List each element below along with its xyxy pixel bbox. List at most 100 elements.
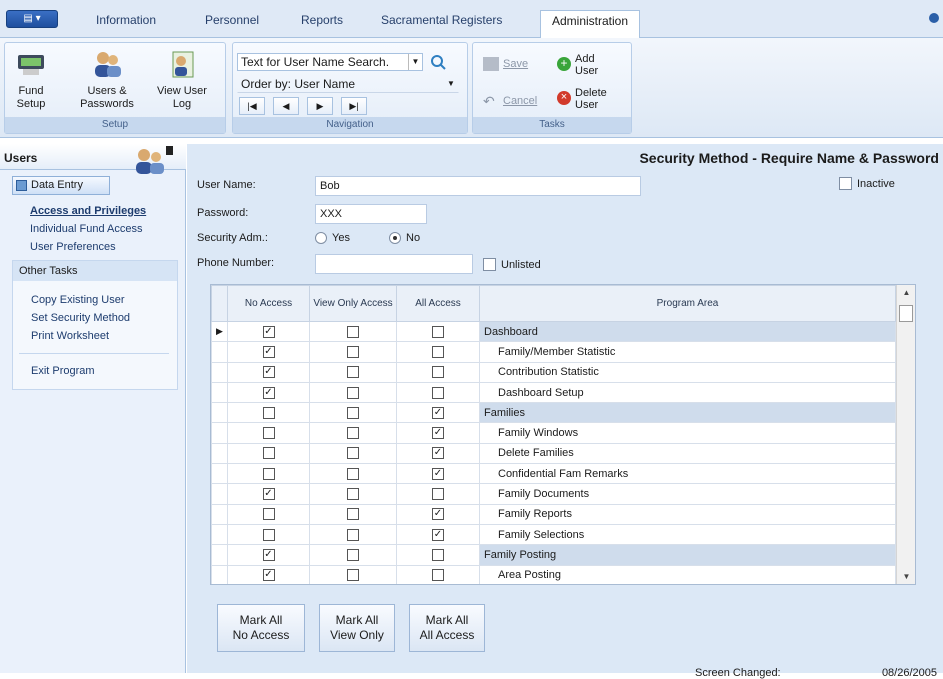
all-access-checkbox[interactable] [432, 548, 444, 561]
no-access-checkbox[interactable] [262, 467, 275, 480]
view-only-checkbox[interactable] [347, 345, 359, 358]
all-access-checkbox[interactable] [432, 325, 444, 338]
scroll-thumb[interactable] [899, 305, 913, 322]
row-selector[interactable] [211, 402, 228, 424]
user-search-combo[interactable]: Text for User Name Search. ▼ [237, 53, 423, 71]
no-access-checkbox[interactable]: ✓ [262, 386, 275, 399]
all-access-checkbox[interactable] [432, 488, 444, 501]
table-row[interactable]: ✓ Area Posting [211, 564, 896, 584]
no-access-checkbox[interactable] [262, 508, 275, 521]
all-access-checkbox[interactable]: ✓ [432, 427, 444, 440]
users-passwords-button[interactable]: Users & Passwords [75, 49, 139, 111]
table-row[interactable]: ✓ Family Documents [211, 483, 896, 505]
view-only-checkbox[interactable] [347, 427, 359, 440]
mark-all-no-access-button[interactable]: Mark All No Access [217, 604, 305, 652]
row-selector[interactable] [211, 523, 228, 546]
sidebar-tab-data-entry[interactable]: Data Entry [12, 176, 110, 195]
grid-scrollbar[interactable]: ▲ ▼ [896, 285, 915, 584]
previous-record-button[interactable]: ◀ [273, 97, 299, 115]
column-header-no-access[interactable]: No Access [227, 285, 310, 322]
help-icon[interactable] [929, 13, 939, 23]
mark-all-view-only-button[interactable]: Mark All View Only [319, 604, 395, 652]
view-only-checkbox[interactable] [347, 447, 359, 460]
row-selector[interactable] [211, 483, 228, 505]
row-selector[interactable] [211, 361, 228, 383]
tab-information[interactable]: Information [96, 13, 156, 27]
print-worksheet-link[interactable]: Print Worksheet [31, 330, 109, 342]
table-row[interactable]: ✓ Family Posting [211, 544, 896, 566]
tab-reports[interactable]: Reports [301, 13, 343, 27]
view-only-checkbox[interactable] [347, 366, 359, 379]
view-only-checkbox[interactable] [347, 467, 359, 480]
all-access-checkbox[interactable]: ✓ [432, 406, 444, 419]
tab-sacramental-registers[interactable]: Sacramental Registers [381, 13, 502, 27]
sidebar-item-individual-fund-access[interactable]: Individual Fund Access [30, 223, 143, 235]
mark-all-all-access-button[interactable]: Mark All All Access [409, 604, 485, 652]
exit-program-link[interactable]: Exit Program [31, 365, 95, 377]
view-only-checkbox[interactable] [347, 406, 359, 419]
table-row[interactable]: ✓ Dashboard Setup [211, 381, 896, 404]
row-selector[interactable] [211, 503, 228, 525]
table-row[interactable]: ✓ Family Reports [211, 503, 896, 525]
all-access-checkbox[interactable] [432, 569, 444, 582]
app-menu-button[interactable]: ▤ ▾ [6, 10, 58, 28]
save-button[interactable]: Save [483, 57, 528, 71]
view-only-checkbox[interactable] [347, 528, 359, 541]
sidebar-item-user-preferences[interactable]: User Preferences [30, 241, 116, 253]
table-row[interactable]: ✓ Family/Member Statistic [211, 341, 896, 363]
copy-existing-user-link[interactable]: Copy Existing User [31, 294, 125, 306]
all-access-checkbox[interactable]: ✓ [432, 528, 444, 541]
no-access-checkbox[interactable]: ✓ [262, 366, 275, 379]
tab-personnel[interactable]: Personnel [205, 13, 259, 27]
no-access-checkbox[interactable]: ✓ [262, 548, 275, 561]
all-access-checkbox[interactable] [432, 345, 444, 358]
no-access-checkbox[interactable]: ✓ [262, 569, 275, 582]
no-access-checkbox[interactable]: ✓ [262, 345, 275, 358]
row-selector[interactable] [211, 544, 228, 566]
password-field[interactable]: XXX [315, 204, 427, 224]
view-only-checkbox[interactable] [347, 548, 359, 561]
first-record-button[interactable]: |◀ [239, 97, 265, 115]
row-selector[interactable] [211, 442, 228, 465]
view-only-checkbox[interactable] [347, 488, 359, 501]
view-only-checkbox[interactable] [347, 569, 359, 582]
set-security-method-link[interactable]: Set Security Method [31, 312, 130, 324]
no-access-checkbox[interactable] [262, 427, 275, 440]
view-only-checkbox[interactable] [347, 508, 359, 521]
column-header-view-only[interactable]: View Only Access [309, 285, 397, 322]
no-access-checkbox[interactable] [262, 406, 275, 419]
view-only-checkbox[interactable] [347, 386, 359, 399]
all-access-checkbox[interactable] [432, 386, 444, 399]
inactive-checkbox[interactable] [839, 177, 852, 190]
scroll-down-icon[interactable]: ▼ [897, 572, 915, 581]
table-row[interactable]: ✓ Families [211, 402, 896, 424]
unlisted-checkbox[interactable] [483, 258, 496, 271]
sidebar-item-access-and-privileges[interactable]: Access and Privileges [30, 205, 146, 217]
table-row[interactable]: ✓ Contribution Statistic [211, 361, 896, 383]
all-access-checkbox[interactable]: ✓ [432, 508, 444, 521]
security-adm-no-radio[interactable] [389, 232, 401, 244]
row-selector[interactable] [211, 422, 228, 444]
view-only-checkbox[interactable] [347, 325, 359, 338]
all-access-checkbox[interactable] [432, 366, 444, 379]
tab-administration[interactable]: Administration [540, 10, 641, 39]
table-row[interactable]: ▶ ✓ Dashboard [211, 320, 896, 343]
scroll-up-icon[interactable]: ▲ [897, 288, 915, 297]
column-header-program-area[interactable]: Program Area [479, 285, 896, 322]
cancel-button[interactable]: ↶ Cancel [483, 94, 537, 108]
view-user-log-button[interactable]: View User Log [151, 49, 213, 111]
last-record-button[interactable]: ▶| [341, 97, 367, 115]
no-access-checkbox[interactable] [262, 447, 275, 460]
no-access-checkbox[interactable]: ✓ [262, 325, 275, 338]
all-access-checkbox[interactable]: ✓ [432, 467, 444, 480]
table-row[interactable]: ✓ Delete Families [211, 442, 896, 465]
fund-setup-button[interactable]: Fund Setup [7, 49, 55, 111]
table-row[interactable]: ✓ Family Selections [211, 523, 896, 546]
table-row[interactable]: ✓ Family Windows [211, 422, 896, 444]
all-access-checkbox[interactable]: ✓ [432, 447, 444, 460]
next-record-button[interactable]: ▶ [307, 97, 333, 115]
table-row[interactable]: ✓ Confidential Fam Remarks [211, 463, 896, 485]
chevron-down-icon[interactable]: ▼ [444, 76, 458, 92]
no-access-checkbox[interactable]: ✓ [262, 488, 275, 501]
no-access-checkbox[interactable] [262, 528, 275, 541]
